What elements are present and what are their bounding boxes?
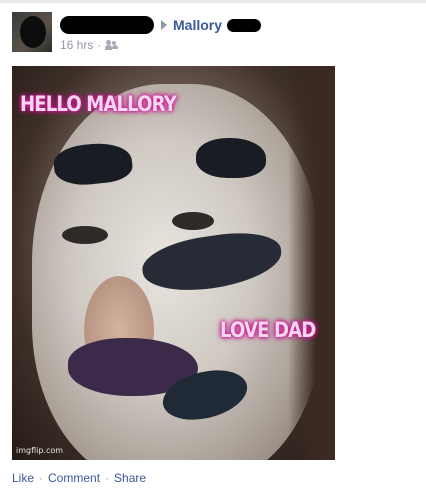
photo-right-eye: [172, 212, 214, 230]
like-link[interactable]: Like: [12, 471, 34, 485]
watermark: imgflip.com: [16, 446, 64, 455]
recipient-name-link[interactable]: Mallory: [173, 17, 222, 33]
photo-left-eye: [62, 226, 108, 244]
post-photo[interactable]: HELLO MALLORY LOVE DAD imgflip.com: [12, 66, 335, 460]
share-link[interactable]: Share: [114, 471, 146, 485]
timestamp-link[interactable]: 16 hrs: [60, 38, 93, 52]
avatar-redaction: [20, 16, 46, 48]
arrow-right-icon: [161, 20, 167, 30]
divider: [0, 0, 426, 3]
comment-link[interactable]: Comment: [48, 471, 100, 485]
photo-shadow: [288, 66, 335, 460]
meme-caption-top: HELLO MALLORY: [20, 92, 177, 116]
photo-paint-right-brow: [196, 138, 266, 178]
post-meta: 16 hrs ·: [60, 38, 119, 52]
friends-icon[interactable]: [105, 40, 119, 50]
meta-separator: ·: [97, 38, 102, 52]
author-name-redacted[interactable]: [60, 16, 154, 34]
post-actions: Like · Comment · Share: [12, 471, 146, 485]
post-card: Mallory 16 hrs · HELLO MALLORY LOVE DAD …: [0, 0, 426, 490]
action-separator: ·: [105, 471, 110, 485]
recipient-surname-redacted[interactable]: [227, 18, 262, 32]
meme-caption-bottom: LOVE DAD: [220, 318, 316, 342]
avatar[interactable]: [12, 12, 52, 52]
post-header: Mallory: [60, 15, 262, 35]
action-separator: ·: [39, 471, 44, 485]
